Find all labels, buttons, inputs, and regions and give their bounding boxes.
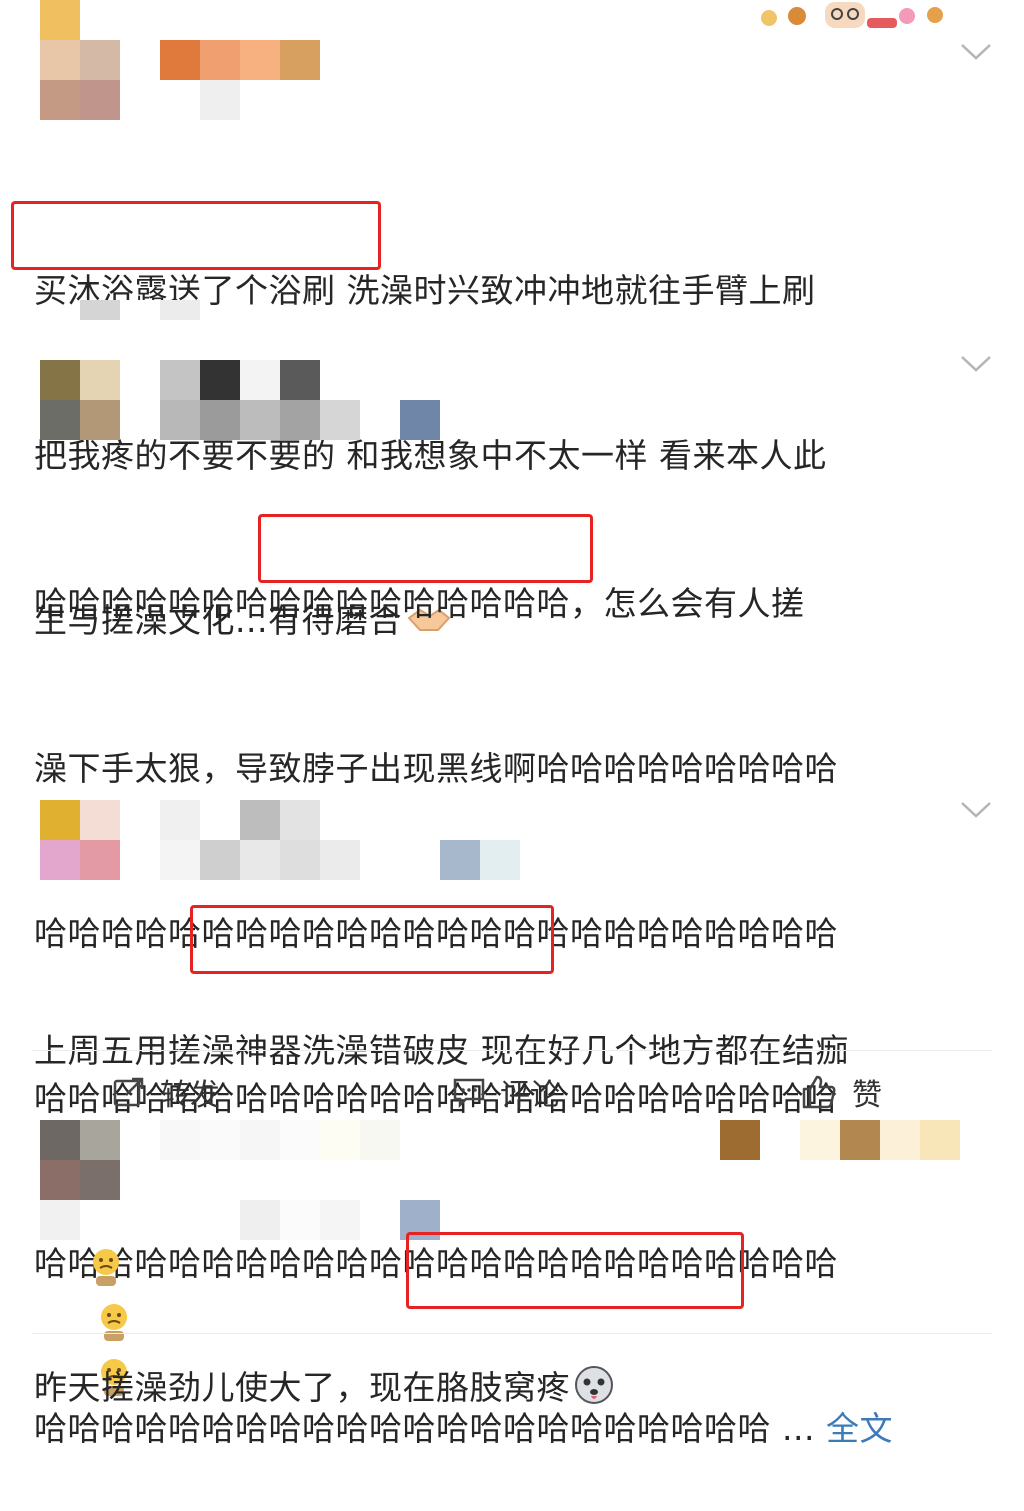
blurred-avatar[interactable] — [40, 360, 120, 440]
comment-icon — [453, 1078, 485, 1109]
highlight-box — [190, 905, 554, 974]
post-line: 昨天搓澡劲儿使大了，现在胳肢窝疼 — [34, 1360, 979, 1415]
highlight-box — [258, 514, 593, 583]
decorative-sticker-strip — [755, 0, 950, 34]
blurred-avatar[interactable] — [40, 0, 120, 120]
like-button[interactable]: 赞 — [800, 1070, 882, 1114]
blurred-avatar[interactable] — [40, 1120, 120, 1240]
like-label: 赞 — [852, 1078, 882, 1113]
comment-button[interactable]: 评论 — [452, 1070, 560, 1114]
husky-emoji — [575, 1366, 613, 1404]
repost-icon — [113, 1077, 144, 1107]
blurred-username[interactable] — [160, 1120, 400, 1160]
post-line: 哈哈哈哈哈哈哈哈哈哈哈哈哈哈哈哈，怎么会有人搓 — [34, 584, 805, 623]
divider — [32, 1050, 992, 1051]
repost-label: 转发 — [160, 1078, 220, 1113]
blurred-meta — [80, 300, 200, 320]
chevron-down-icon[interactable] — [960, 800, 992, 820]
blurred-avatar[interactable] — [40, 800, 120, 880]
divider — [32, 1333, 992, 1334]
chevron-down-icon[interactable] — [960, 354, 992, 374]
blurred-badge — [440, 840, 520, 880]
blurred-badge — [400, 400, 440, 440]
repost-button[interactable]: 转发 — [112, 1070, 220, 1114]
blurred-badge — [720, 1120, 960, 1160]
post-line: 澡下手太狠，导致脖子出现黑线啊哈哈哈哈哈哈哈哈哈 — [34, 749, 838, 788]
blurred-username[interactable] — [160, 360, 360, 440]
comment-label: 评论 — [500, 1078, 560, 1113]
blurred-username[interactable] — [160, 40, 320, 80]
blurred-username[interactable] — [160, 800, 360, 880]
highlight-box — [406, 1232, 744, 1309]
blurred-meta — [200, 80, 240, 120]
highlight-box — [11, 201, 381, 270]
thumbs-up-icon — [802, 1075, 836, 1109]
chevron-down-icon[interactable] — [960, 42, 992, 62]
